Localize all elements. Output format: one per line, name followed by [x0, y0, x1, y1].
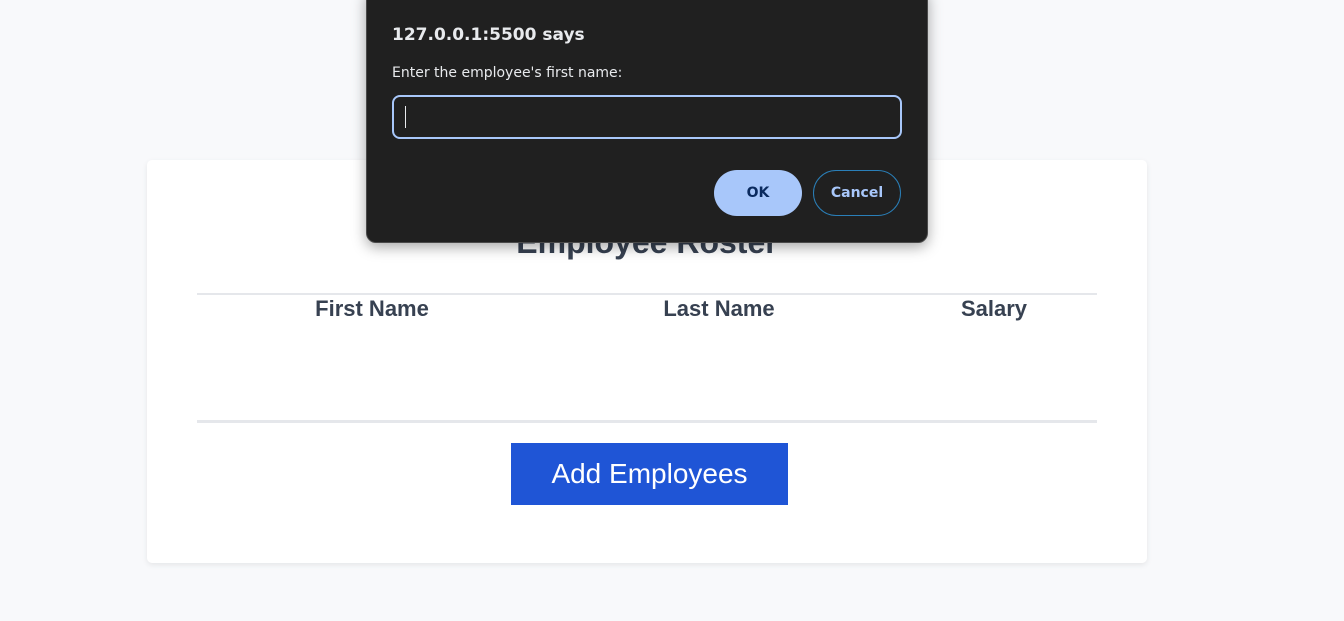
column-header-first-name: First Name — [315, 296, 429, 321]
cancel-button[interactable]: Cancel — [813, 170, 901, 216]
dialog-message: Enter the employee's first name: — [392, 65, 623, 81]
ok-button[interactable]: OK — [714, 170, 802, 216]
dialog-title: 127.0.0.1:5500 says — [392, 25, 585, 45]
prompt-dialog: 127.0.0.1:5500 says Enter the employee's… — [366, 0, 928, 243]
column-header-salary: Salary — [960, 296, 1028, 321]
table-top-divider — [197, 293, 1097, 295]
column-header-last-name: Last Name — [663, 296, 775, 321]
page: Employee Roster First Name Last Name Sal… — [0, 0, 1344, 621]
text-caret — [405, 106, 406, 128]
table-bottom-divider — [197, 420, 1097, 423]
add-employees-button[interactable]: Add Employees — [511, 443, 788, 505]
first-name-input[interactable] — [392, 95, 902, 139]
